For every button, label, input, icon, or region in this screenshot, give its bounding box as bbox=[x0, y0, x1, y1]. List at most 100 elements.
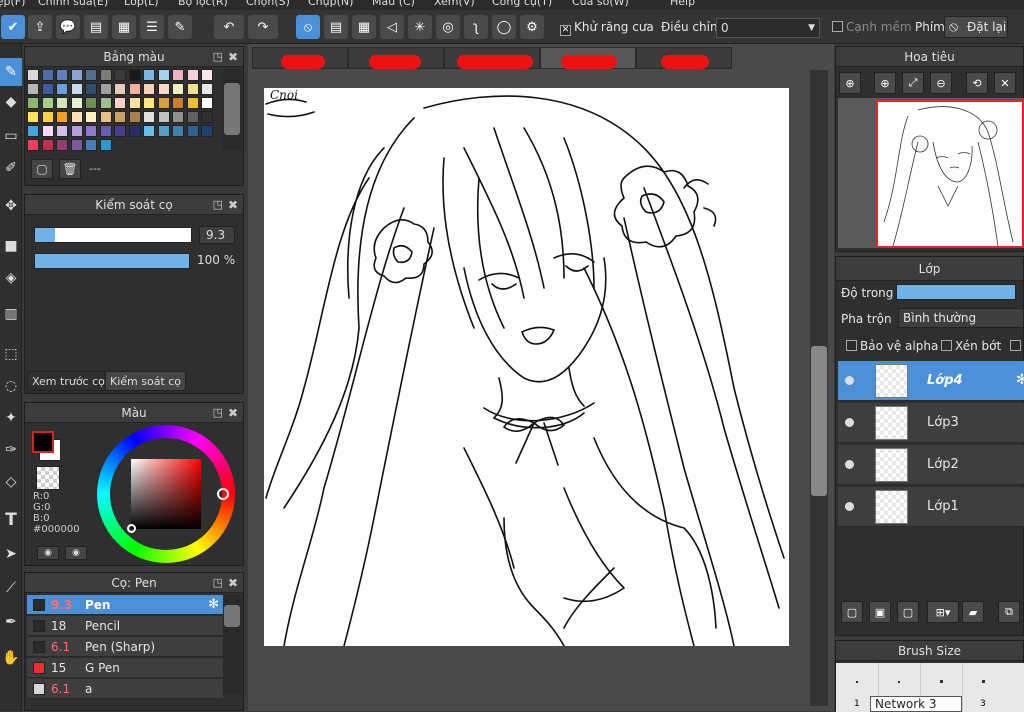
brush-size-value[interactable]: 9.3 bbox=[199, 226, 235, 244]
pencil-tool-icon[interactable]: ✐ bbox=[0, 154, 22, 182]
palette-swatch[interactable] bbox=[56, 139, 68, 151]
palette-swatch[interactable] bbox=[172, 97, 184, 109]
palette-swatch[interactable] bbox=[128, 69, 141, 81]
new-page-icon[interactable]: ▢ bbox=[31, 159, 53, 179]
palette-swatch[interactable] bbox=[172, 125, 184, 137]
palette-swatch[interactable] bbox=[41, 111, 54, 123]
palette-swatch[interactable] bbox=[186, 83, 199, 95]
move-tool-icon[interactable]: ✥ bbox=[0, 192, 22, 220]
layer-row[interactable]: Lớp3 bbox=[838, 403, 1024, 443]
rectangle-select-icon[interactable]: ▭ bbox=[0, 122, 22, 150]
brush-tool-icon[interactable]: ✎ bbox=[0, 58, 22, 86]
palette-swatch[interactable] bbox=[85, 83, 97, 95]
brush-list-item[interactable]: 6.1 a bbox=[27, 679, 223, 699]
palette-swatch[interactable] bbox=[157, 111, 170, 123]
palette-swatch[interactable] bbox=[157, 125, 170, 137]
palette-swatch[interactable] bbox=[56, 125, 68, 137]
layer-settings-icon[interactable]: ✻ bbox=[1016, 372, 1024, 388]
undock-icon[interactable]: ◳ bbox=[213, 573, 223, 593]
palette-swatch[interactable] bbox=[172, 69, 184, 81]
document-icon[interactable]: ▦ bbox=[112, 15, 136, 39]
document-tab-2[interactable] bbox=[348, 47, 444, 69]
reset-view-icon[interactable]: ✕ bbox=[994, 72, 1016, 94]
palette-swatch[interactable] bbox=[41, 125, 54, 137]
duplicate-layer-icon[interactable]: ⧉ bbox=[998, 601, 1020, 623]
ellipse-snap-icon[interactable]: ◯ bbox=[492, 15, 516, 39]
menu-item[interactable]: Công cụ(T) bbox=[492, 0, 552, 8]
lock-checkbox[interactable] bbox=[1010, 339, 1024, 353]
navigator-preview[interactable] bbox=[838, 98, 1024, 248]
eraser-tool-icon[interactable]: ◆ bbox=[0, 88, 22, 116]
fill-rect-icon[interactable]: ■ bbox=[0, 232, 22, 260]
brush-opacity-slider[interactable] bbox=[34, 253, 190, 269]
layer-row[interactable]: Lớp1 bbox=[838, 487, 1024, 527]
undock-icon[interactable]: ◳ bbox=[213, 195, 223, 215]
palette-swatch[interactable] bbox=[143, 69, 155, 81]
new-layer-icon[interactable]: ▢ bbox=[841, 601, 863, 623]
brush-list-item[interactable]: 18 Pencil bbox=[27, 616, 223, 636]
palette-swatch[interactable] bbox=[114, 111, 126, 123]
palette-swatch[interactable] bbox=[70, 97, 83, 109]
trash-icon[interactable]: 🗑 bbox=[59, 159, 81, 179]
list-icon[interactable]: ☰ bbox=[140, 15, 164, 39]
snap-settings-icon[interactable]: ⚙ bbox=[520, 15, 544, 39]
palette-swatch[interactable] bbox=[201, 69, 213, 81]
drawing-canvas[interactable]: Cnoi bbox=[264, 88, 789, 646]
palette-swatch[interactable] bbox=[114, 83, 126, 95]
palette-swatch[interactable] bbox=[128, 111, 141, 123]
grid-snap-icon[interactable]: ▦ bbox=[352, 15, 376, 39]
clipping-checkbox[interactable] bbox=[941, 340, 952, 351]
tab-brush-preview[interactable]: Xem trước cọ bbox=[27, 371, 110, 391]
select-eraser-icon[interactable]: ◇ bbox=[0, 468, 22, 496]
color-handle[interactable] bbox=[127, 524, 136, 533]
brush-list-item[interactable]: 15 G Pen bbox=[27, 658, 223, 678]
brush-size-slider[interactable] bbox=[34, 227, 192, 243]
palette-swatch[interactable] bbox=[201, 111, 213, 123]
palette-swatch[interactable] bbox=[85, 111, 97, 123]
palette-swatch[interactable] bbox=[85, 97, 97, 109]
bucket-tool-icon[interactable]: ◈ bbox=[0, 264, 22, 292]
palette-swatch[interactable] bbox=[70, 125, 83, 137]
menu-item[interactable]: Chọn(S) bbox=[246, 0, 290, 8]
palette-swatch[interactable] bbox=[201, 83, 213, 95]
text-tool-icon[interactable]: T bbox=[0, 506, 22, 534]
edge-toggle[interactable]: Cạnh mềm bbox=[832, 20, 912, 34]
visibility-icon[interactable] bbox=[845, 502, 854, 511]
zoom-in-icon[interactable]: ⊕ bbox=[839, 72, 861, 94]
layer-row[interactable]: Lớp2 bbox=[838, 445, 1024, 485]
palette-swatch[interactable] bbox=[157, 69, 170, 81]
edit-icon[interactable]: ✎ bbox=[168, 15, 192, 39]
palette-swatch[interactable] bbox=[99, 139, 112, 151]
gradient-tool-icon[interactable]: ▥ bbox=[0, 300, 22, 328]
palette-swatch[interactable] bbox=[56, 111, 68, 123]
add-layer-menu-icon[interactable]: ⊞▾ bbox=[927, 601, 959, 623]
close-icon[interactable]: ✖ bbox=[228, 403, 238, 423]
palette-swatch[interactable] bbox=[157, 97, 170, 109]
palette-swatch[interactable] bbox=[85, 125, 97, 137]
comment-icon[interactable]: ▤ bbox=[84, 15, 108, 39]
palette-swatch[interactable] bbox=[27, 83, 39, 95]
transparent-color-swatch[interactable] bbox=[36, 466, 60, 490]
export-icon[interactable]: ⇪ bbox=[28, 15, 52, 39]
reset-button[interactable]: ⦸ Đặt lại bbox=[944, 16, 1008, 38]
palette-swatch[interactable] bbox=[128, 125, 141, 137]
palette-swatch[interactable] bbox=[27, 69, 39, 81]
palette-swatch[interactable] bbox=[186, 125, 199, 137]
color-set-icon[interactable]: ◉ bbox=[65, 546, 87, 560]
visibility-icon[interactable] bbox=[845, 418, 854, 427]
palette-swatch[interactable] bbox=[143, 83, 155, 95]
palette-swatch[interactable] bbox=[27, 111, 39, 123]
visibility-icon[interactable] bbox=[845, 376, 854, 385]
menu-item[interactable]: Xem(V) bbox=[434, 0, 475, 8]
document-tab-5[interactable] bbox=[636, 47, 732, 69]
palette-swatch[interactable] bbox=[85, 139, 97, 151]
hand-tool-icon[interactable]: ✋ bbox=[0, 644, 22, 672]
menu-item[interactable]: Bộ lọc(R) bbox=[178, 0, 228, 8]
palette-swatch[interactable] bbox=[157, 83, 170, 95]
document-tab-4[interactable] bbox=[540, 47, 636, 69]
palette-swatch[interactable] bbox=[70, 111, 83, 123]
brush-list-item[interactable]: 9.3 Pen ✻ bbox=[27, 595, 223, 615]
palette-swatch[interactable] bbox=[27, 139, 39, 151]
palette-swatch[interactable] bbox=[99, 69, 112, 81]
palette-swatch[interactable] bbox=[56, 83, 68, 95]
